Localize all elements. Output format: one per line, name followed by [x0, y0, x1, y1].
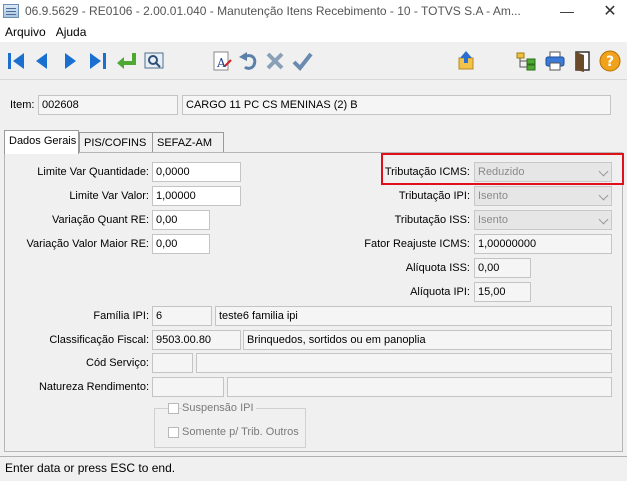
- toolbar: A ?: [0, 42, 627, 80]
- tributacao-icms-highlight: [381, 153, 624, 185]
- item-description-field[interactable]: CARGO 11 PC CS MENINAS (2) B: [182, 95, 611, 115]
- limite-var-valor-field[interactable]: 1,00000: [152, 186, 241, 206]
- undo-icon[interactable]: [236, 49, 260, 73]
- next-record-icon[interactable]: [58, 49, 82, 73]
- familia-ipi-description-field: teste6 familia ipi: [215, 306, 612, 326]
- tributacao-ipi-label: Tributação IPI:: [398, 190, 470, 202]
- variacao-valor-maior-re-field[interactable]: 0,00: [152, 234, 210, 254]
- status-bar: Enter data or press ESC to end.: [0, 456, 627, 481]
- app-window-icon: [3, 4, 19, 18]
- natureza-rendimento-description-field: [227, 377, 612, 397]
- svg-text:?: ?: [606, 54, 614, 70]
- variacao-quant-re-label: Variação Quant RE:: [51, 214, 149, 226]
- font-icon[interactable]: A: [210, 49, 234, 73]
- goto-icon[interactable]: [114, 49, 138, 73]
- last-record-icon[interactable]: [86, 49, 110, 73]
- help-icon[interactable]: ?: [598, 49, 622, 73]
- window-title: 06.9.5629 - RE0106 - 2.00.01.040 - Manut…: [25, 4, 521, 18]
- first-record-icon[interactable]: [4, 49, 28, 73]
- folder-up-icon[interactable]: [454, 49, 478, 73]
- cod-servico-code-field[interactable]: [152, 353, 193, 373]
- somente-trib-outros-checkbox[interactable]: [168, 427, 179, 438]
- item-label: Item:: [10, 99, 35, 111]
- limite-var-valor-label: Limite Var Valor:: [69, 190, 149, 202]
- close-icon[interactable]: ✕: [590, 0, 627, 22]
- natureza-rendimento-label: Natureza Rendimento:: [38, 381, 149, 393]
- classificacao-fiscal-label: Classificação Fiscal:: [49, 334, 149, 346]
- familia-ipi-code-field[interactable]: 6: [152, 306, 212, 326]
- tree-icon[interactable]: [514, 49, 538, 73]
- minimize-icon[interactable]: —: [547, 0, 587, 22]
- confirm-icon[interactable]: [290, 49, 314, 73]
- tributacao-iss-label: Tributação ISS:: [394, 214, 470, 226]
- aliquota-iss-field[interactable]: 0,00: [474, 258, 531, 278]
- cod-servico-label: Cód Serviço:: [86, 357, 149, 369]
- aliquota-iss-label: Alíquota ISS:: [405, 262, 470, 274]
- limite-var-quantidade-label: Limite Var Quantidade:: [37, 166, 149, 178]
- suspensao-ipi-checkbox[interactable]: [168, 403, 179, 414]
- tributacao-ipi-value: Isento: [478, 190, 508, 202]
- tab-dados-gerais[interactable]: Dados Gerais: [4, 130, 79, 154]
- cod-servico-description-field: [196, 353, 612, 373]
- chevron-down-icon: [598, 190, 609, 201]
- aliquota-ipi-field[interactable]: 15,00: [474, 282, 531, 302]
- search-icon[interactable]: [142, 49, 166, 73]
- classificacao-fiscal-code-field[interactable]: 9503.00.80: [152, 330, 241, 350]
- somente-trib-outros-label: Somente p/ Trib. Outros: [182, 426, 299, 438]
- familia-ipi-label: Família IPI:: [93, 310, 149, 322]
- previous-record-icon[interactable]: [30, 49, 54, 73]
- variacao-valor-maior-re-label: Variação Valor Maior RE:: [26, 238, 149, 250]
- aliquota-ipi-label: Alíquota IPI:: [410, 286, 470, 298]
- exit-icon[interactable]: [571, 49, 595, 73]
- menu-ajuda[interactable]: Ajuda: [51, 25, 92, 39]
- natureza-rendimento-code-field[interactable]: [152, 377, 224, 397]
- tributacao-iss-value: Isento: [478, 214, 508, 226]
- svg-text:A: A: [216, 56, 226, 70]
- cancel-icon[interactable]: [263, 49, 287, 73]
- chevron-down-icon: [598, 214, 609, 225]
- menu-bar: Arquivo Ajuda: [0, 22, 627, 42]
- fator-reajuste-icms-label: Fator Reajuste ICMS:: [364, 238, 470, 250]
- tab-pis-cofins[interactable]: PIS/COFINS: [79, 132, 154, 152]
- title-bar: 06.9.5629 - RE0106 - 2.00.01.040 - Manut…: [0, 0, 627, 22]
- fator-reajuste-icms-field[interactable]: 1,00000000: [474, 234, 612, 254]
- item-code-field[interactable]: 002608: [38, 95, 178, 115]
- tributacao-ipi-select[interactable]: Isento: [474, 186, 612, 206]
- suspensao-ipi-label: Suspensão IPI: [182, 402, 256, 414]
- classificacao-fiscal-description-field: Brinquedos, sortidos ou em panoplia: [243, 330, 612, 350]
- tab-sefaz-am[interactable]: SEFAZ-AM: [152, 132, 224, 152]
- variacao-quant-re-field[interactable]: 0,00: [152, 210, 210, 230]
- menu-arquivo[interactable]: Arquivo: [0, 25, 51, 39]
- limite-var-quantidade-field[interactable]: 0,0000: [152, 162, 241, 182]
- tributacao-iss-select[interactable]: Isento: [474, 210, 612, 230]
- print-icon[interactable]: [543, 49, 567, 73]
